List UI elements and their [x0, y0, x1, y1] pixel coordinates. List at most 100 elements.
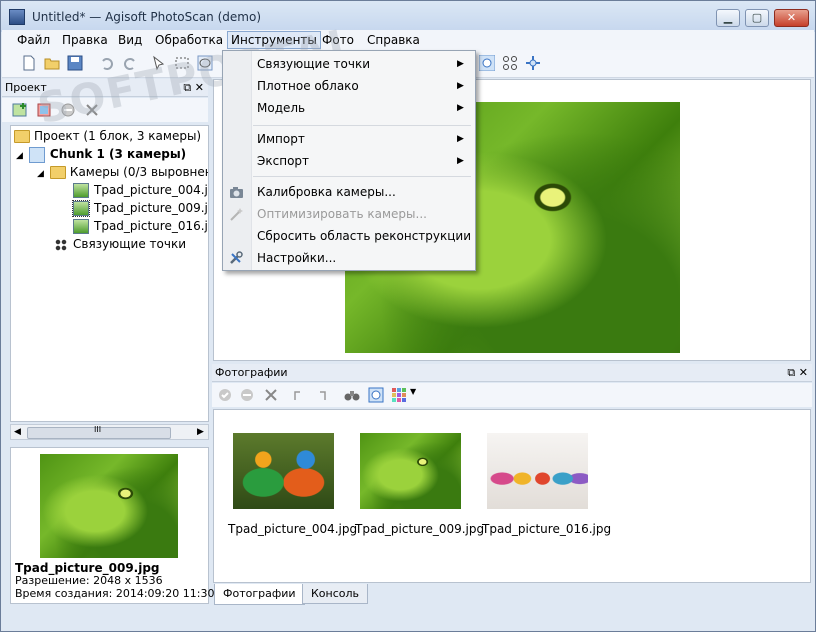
menu-item-label: Калибровка камеры... — [257, 185, 396, 199]
scroll-left-icon[interactable]: ◀ — [14, 425, 21, 439]
points-view-icon[interactable] — [502, 55, 518, 71]
photo-label: Tpad_picture_009.jpg — [94, 201, 208, 215]
menu-item-preferences[interactable]: Настройки... — [223, 247, 475, 269]
scroll-right-icon[interactable]: ▶ — [197, 425, 204, 439]
wand-icon — [230, 208, 243, 221]
thumbnail-view-icon[interactable] — [392, 388, 406, 402]
scroll-thumb[interactable]: III — [27, 425, 171, 439]
rect-select-icon[interactable] — [174, 55, 190, 71]
menu-item-model[interactable]: Модель ▶ — [223, 97, 475, 119]
undo-icon[interactable] — [99, 55, 115, 71]
photo-label: Tpad_picture_004.jpg — [94, 183, 208, 197]
project-horizontal-scrollbar[interactable]: ◀ III ▶ — [10, 424, 209, 440]
menu-item-label: Настройки... — [257, 251, 337, 265]
thumbnail-caption: Tpad_picture_009.jpg — [355, 522, 485, 536]
menu-separator — [253, 176, 471, 177]
save-icon[interactable] — [67, 55, 83, 71]
tree-photo-item[interactable]: Tpad_picture_016.jpg — [73, 217, 208, 235]
menu-item-camera-calibration[interactable]: Калибровка камеры... — [223, 181, 475, 203]
tree-chunk[interactable]: ◢ Chunk 1 (3 камеры) — [16, 145, 186, 163]
photo-icon — [73, 183, 89, 198]
menu-item-label: Экспорт — [257, 154, 310, 168]
photo-thumbnail[interactable] — [487, 433, 588, 509]
camera-icon — [230, 187, 243, 198]
menu-photo[interactable]: Фото — [319, 32, 357, 48]
add-photos-icon[interactable] — [36, 102, 52, 118]
remove-camera-icon[interactable] — [264, 388, 278, 402]
menu-edit[interactable]: Правка — [59, 32, 111, 48]
collapse-arrow-icon[interactable]: ◢ — [16, 151, 23, 161]
preview-filename: Tpad_picture_009.jpg — [15, 561, 160, 575]
menu-item-label: Связующие точки — [257, 57, 371, 71]
thumbnail-caption: Tpad_picture_004.jpg — [228, 522, 358, 536]
open-folder-icon[interactable] — [44, 55, 60, 71]
window-title: Untitled* — Agisoft PhotoScan (demo) — [32, 10, 261, 24]
tree-cameras-label: Камеры (0/3 выровнено) — [69, 165, 208, 179]
menu-item-reset-region[interactable]: Сбросить область реконструкции — [223, 225, 475, 247]
photo-label: Tpad_picture_016.jpg — [94, 219, 208, 233]
move-icon[interactable] — [525, 55, 541, 71]
redo-icon[interactable] — [122, 55, 138, 71]
project-tree: Проект (1 блок, 3 камеры) ◢ Chunk 1 (3 ка… — [10, 125, 209, 422]
tab-photos[interactable]: Фотографии — [214, 584, 305, 605]
tree-cameras[interactable]: ◢ Камеры (0/3 выровнено) — [37, 163, 208, 181]
menu-help[interactable]: Справка — [364, 32, 423, 48]
view-dropdown-arrow-icon[interactable]: ▼ — [410, 387, 416, 396]
menu-item-optimize-cameras[interactable]: Оптимизировать камеры... — [223, 203, 475, 225]
submenu-arrow-icon: ▶ — [457, 103, 464, 113]
enable-camera-icon[interactable] — [218, 388, 232, 402]
rotate-left-icon[interactable] — [292, 388, 306, 402]
photos-toolbar: ▼ — [212, 383, 812, 407]
menu-item-export[interactable]: Экспорт ▶ — [223, 150, 475, 172]
tab-console[interactable]: Консоль — [302, 584, 369, 604]
preview-resolution: Разрешение: 2048 x 1536 — [15, 574, 163, 587]
delete-icon[interactable] — [84, 102, 100, 118]
photo-thumbnail[interactable] — [233, 433, 334, 509]
photos-panel-title: Фотографии — [215, 366, 288, 379]
menu-separator — [253, 125, 471, 126]
minimize-button[interactable]: ▁ — [716, 9, 740, 27]
thumbnail-caption: Tpad_picture_016.jpg — [482, 522, 612, 536]
menu-file[interactable]: Файл — [14, 32, 53, 48]
menu-bar: Файл Правка Вид Обработка Инструменты Фо… — [2, 30, 814, 50]
remove-icon[interactable] — [60, 102, 76, 118]
menu-tools[interactable]: Инструменты — [227, 31, 321, 49]
navigation-icon[interactable] — [150, 55, 166, 71]
menu-item-tie-points[interactable]: Связующие точки ▶ — [223, 53, 475, 75]
close-button[interactable]: ✕ — [774, 9, 809, 27]
new-file-icon[interactable] — [21, 55, 37, 71]
menu-item-label: Импорт — [257, 132, 305, 146]
tree-tie-points[interactable]: Связующие точки — [55, 235, 186, 253]
photo-thumbnail[interactable] — [360, 433, 461, 509]
binoculars-icon[interactable] — [344, 388, 360, 402]
camera-view-icon[interactable] — [479, 55, 495, 71]
maximize-button[interactable]: ▢ — [745, 9, 769, 27]
menu-workflow[interactable]: Обработка — [152, 32, 226, 48]
tree-photo-item[interactable]: Tpad_picture_009.jpg — [72, 199, 208, 217]
main-window: Untitled* — Agisoft PhotoScan (demo) ▁ ▢… — [0, 0, 816, 632]
project-toolbar — [2, 98, 208, 122]
submenu-arrow-icon: ▶ — [457, 59, 464, 69]
menu-item-label: Сбросить область реконструкции — [257, 229, 472, 243]
collapse-arrow-icon[interactable]: ◢ — [37, 169, 44, 179]
submenu-arrow-icon: ▶ — [457, 156, 464, 166]
tree-photo-item[interactable]: Tpad_picture_004.jpg — [73, 181, 208, 199]
menu-item-dense-cloud[interactable]: Плотное облако ▶ — [223, 75, 475, 97]
tree-project-root[interactable]: Проект (1 блок, 3 камеры) — [14, 127, 201, 145]
tie-points-icon — [55, 238, 67, 251]
rotate-right-icon[interactable] — [314, 388, 328, 402]
tools-wrench-icon — [230, 251, 243, 264]
lasso-select-icon[interactable] — [197, 55, 213, 71]
disable-camera-icon[interactable] — [240, 388, 254, 402]
menu-item-import[interactable]: Импорт ▶ — [223, 128, 475, 150]
scroll-grip: III — [94, 425, 102, 434]
project-icon — [14, 130, 30, 143]
panel-float-close-icon[interactable]: ⧉ ✕ — [183, 79, 204, 96]
photos-panel-header: Фотографии ⧉ ✕ — [212, 364, 812, 382]
folder-icon — [49, 166, 66, 179]
menu-view[interactable]: Вид — [115, 32, 145, 48]
tools-dropdown-menu: Связующие точки ▶ Плотное облако ▶ Модель ▶… — [222, 50, 476, 271]
add-chunk-icon[interactable] — [12, 102, 28, 118]
mask-icon[interactable] — [368, 387, 384, 403]
panel-float-close-icon[interactable]: ⧉ ✕ — [787, 364, 808, 381]
